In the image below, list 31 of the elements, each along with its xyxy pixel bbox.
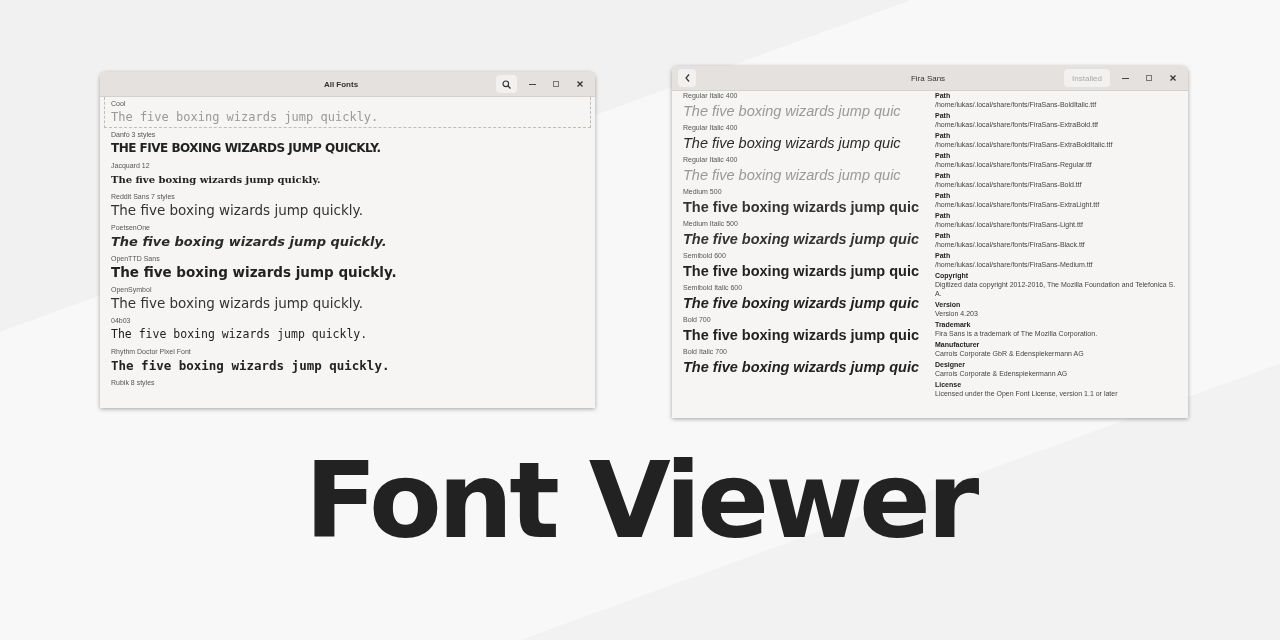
- font-sample: The five boxing wizards jump quickly.: [111, 173, 322, 187]
- font-sample: The five boxing wizards jump quic: [683, 358, 921, 376]
- back-icon: [684, 74, 690, 82]
- close-icon: [1170, 75, 1176, 81]
- window-title: Fira Sans: [909, 73, 947, 83]
- font-sample: The five boxing wizards jump quickly.: [111, 233, 388, 250]
- font-sample: The five boxing wizards jump quickly.: [111, 326, 369, 343]
- font-sample: THE FIVE BOXING WIZARDS JUMP QUICKLY.: [111, 140, 382, 157]
- maximize-icon: [553, 81, 559, 87]
- minimize-icon: [1121, 77, 1129, 79]
- font-sample: The five boxing wizards jump quickly.: [111, 264, 398, 281]
- back-button[interactable]: [678, 69, 696, 87]
- search-button[interactable]: [496, 75, 517, 93]
- headline: Font Viewer: [304, 448, 976, 554]
- close-icon: [577, 81, 583, 87]
- font-sample: The five boxing wizards jump quic: [683, 326, 921, 344]
- font-sample: The five boxing wizards jump quickly.: [111, 202, 364, 219]
- font-sample: The five boxing wizards jump quic: [683, 102, 902, 120]
- search-icon: [502, 79, 511, 89]
- font-sample: The five boxing wizards jump quickly.: [111, 357, 391, 374]
- font-sample: The five boxing wizards jump quic: [683, 230, 921, 248]
- font-sample: The five boxing wizards jump quic: [683, 198, 921, 216]
- font-sample: The five boxing wizards jump quickly.: [111, 295, 364, 312]
- minimize-icon: [528, 83, 536, 85]
- maximize-icon: [1146, 75, 1152, 81]
- font-sample: The five boxing wizards jump quic: [683, 134, 902, 152]
- font-sample: The five boxing wizards jump quic: [683, 262, 921, 280]
- font-sample: The five boxing wizards jump quic: [683, 294, 921, 312]
- font-sample: The five boxing wizards jump quic: [683, 166, 902, 184]
- font-sample: The five boxing wizards jump quickly.: [111, 109, 380, 126]
- window-title: All Fonts: [322, 79, 360, 89]
